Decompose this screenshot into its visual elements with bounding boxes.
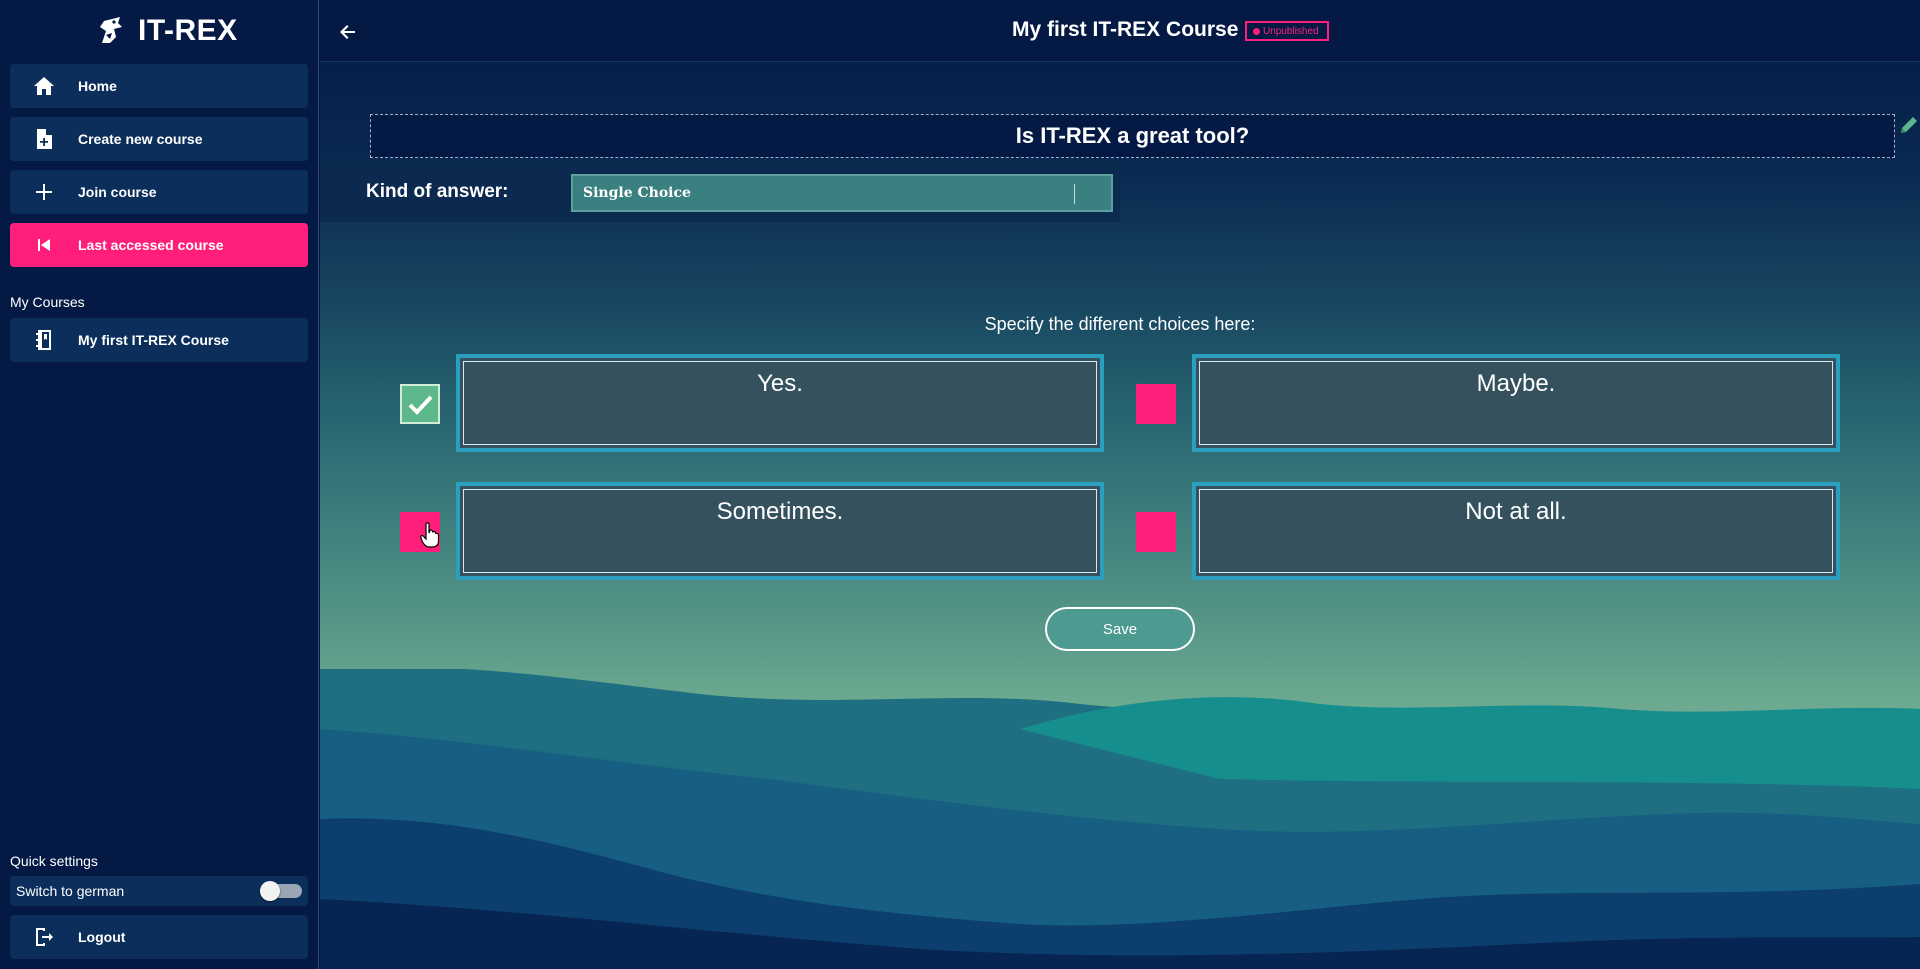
logout-button[interactable]: Logout — [10, 915, 308, 959]
check-icon — [408, 395, 433, 415]
pencil-icon[interactable] — [1898, 114, 1920, 136]
save-button[interactable]: Save — [1045, 607, 1195, 651]
app-logo[interactable]: IT-REX — [92, 8, 238, 54]
choice-1-field[interactable]: Yes. — [456, 354, 1104, 452]
choice-3-field[interactable]: Sometimes. — [456, 482, 1104, 580]
file-plus-icon — [10, 127, 78, 151]
choice-2-field[interactable]: Maybe. — [1192, 354, 1840, 452]
question-text: Is IT-REX a great tool? — [1015, 123, 1250, 148]
notebook-icon — [10, 328, 78, 352]
course-item-label: My first IT-REX Course — [78, 332, 229, 348]
quick-settings-heading: Quick settings — [10, 853, 98, 869]
question-input[interactable]: Is IT-REX a great tool? — [370, 114, 1895, 158]
nav-home-label: Home — [78, 78, 117, 94]
course-title: My first IT-REX Course — [1012, 18, 1239, 41]
nav-join-course-label: Join course — [78, 184, 157, 200]
toggle-knob — [260, 881, 280, 901]
status-text: Unpublished — [1263, 25, 1319, 37]
answer-kind-select[interactable]: Single Choice — [571, 174, 1113, 212]
choice-2-checkbox[interactable] — [1136, 384, 1176, 424]
answer-kind-value: Single Choice — [583, 185, 691, 201]
main-area: My first IT-REX Course Unpublished Is IT… — [320, 0, 1920, 969]
choice-4-text: Not at all. — [1199, 489, 1833, 573]
app-name: IT-REX — [138, 14, 238, 47]
nav-last-accessed-label: Last accessed course — [78, 237, 224, 253]
answer-kind-row: Kind of answer: Single Choice — [320, 162, 1120, 222]
arrow-left-icon — [340, 25, 355, 39]
course-item-my-first-itrex[interactable]: My first IT-REX Course — [10, 318, 308, 362]
mountain-background — [320, 669, 1920, 969]
choice-4-checkbox[interactable] — [1136, 512, 1176, 552]
answer-kind-label: Kind of answer: — [366, 181, 509, 202]
choice-3-text: Sometimes. — [463, 489, 1097, 573]
switch-german-toggle[interactable] — [260, 881, 302, 901]
home-icon — [10, 74, 78, 98]
switch-german-row: Switch to german — [10, 876, 308, 906]
choices-heading: Specify the different choices here: — [984, 314, 1256, 334]
skip-back-icon — [10, 233, 78, 257]
logout-label: Logout — [78, 929, 126, 945]
nav-home[interactable]: Home — [10, 64, 308, 108]
hand-cursor-icon — [420, 522, 440, 548]
dino-logo-icon — [100, 17, 122, 43]
back-button[interactable] — [334, 18, 362, 46]
choice-1-checkbox[interactable] — [400, 384, 440, 424]
status-badge: Unpublished — [1245, 21, 1329, 41]
nav-last-accessed-course[interactable]: Last accessed course — [10, 223, 308, 267]
my-courses-heading: My Courses — [10, 294, 85, 310]
nav-create-course-label: Create new course — [78, 131, 203, 147]
chevron-down-icon — [1087, 191, 1099, 199]
choice-2-text: Maybe. — [1199, 361, 1833, 445]
nav-create-course[interactable]: Create new course — [10, 117, 308, 161]
top-bar: My first IT-REX Course Unpublished — [320, 0, 1920, 62]
choice-1-text: Yes. — [463, 361, 1097, 445]
plus-icon — [10, 180, 78, 204]
choice-4-field[interactable]: Not at all. — [1192, 482, 1840, 580]
status-dot-icon — [1253, 27, 1260, 35]
sidebar: IT-REX Home Create new course Join cours… — [0, 0, 319, 969]
switch-german-label: Switch to german — [16, 883, 125, 899]
logout-icon — [10, 925, 78, 949]
nav-join-course[interactable]: Join course — [10, 170, 308, 214]
select-separator — [1074, 184, 1075, 204]
